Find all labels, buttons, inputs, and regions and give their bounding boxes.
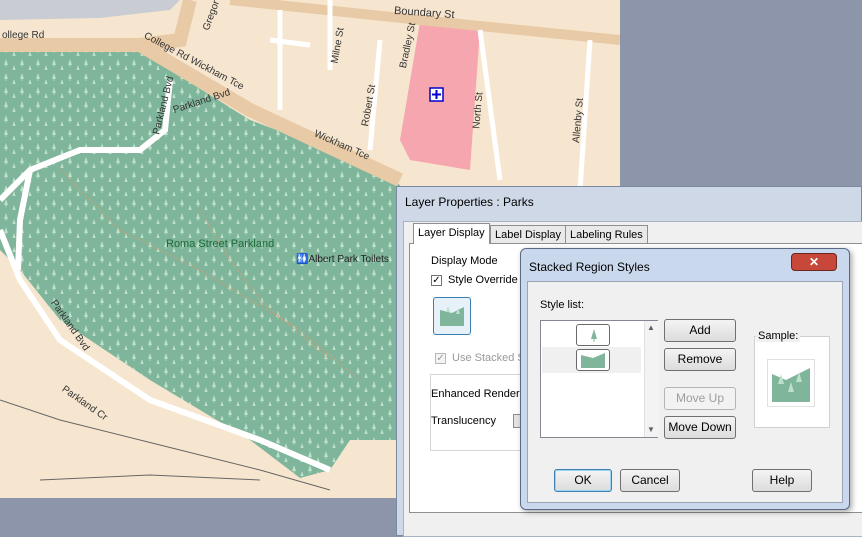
- tree-symbol-icon: [591, 329, 597, 342]
- close-icon: ✕: [808, 255, 820, 269]
- move-down-button[interactable]: Move Down: [664, 416, 736, 439]
- toilets-poi-label: 🚻Albert Park Toilets: [296, 254, 389, 265]
- style-swatch: [576, 324, 610, 346]
- move-up-button[interactable]: Move Up: [664, 387, 736, 410]
- region-fill-icon: [440, 306, 464, 326]
- remove-button[interactable]: Remove: [664, 348, 736, 371]
- scroll-down-arrow-icon[interactable]: ▼: [647, 425, 655, 434]
- list-scrollbar[interactable]: ▲ ▼: [644, 321, 659, 437]
- help-button[interactable]: Help: [752, 469, 812, 492]
- style-list-label: Style list:: [540, 299, 585, 311]
- add-button[interactable]: Add: [664, 319, 736, 342]
- toilets-icon: 🚻: [296, 254, 309, 265]
- tab-labeling-rules[interactable]: Labeling Rules: [565, 225, 648, 244]
- region-fill-icon: [581, 353, 605, 368]
- ok-button[interactable]: OK: [554, 469, 612, 492]
- enhanced-rendering-label: Enhanced Renderin: [431, 388, 529, 400]
- style-preview-button[interactable]: [433, 297, 471, 335]
- style-list[interactable]: ▲ ▼: [540, 320, 659, 438]
- use-stacked-label: Use Stacked S: [452, 352, 525, 364]
- list-item[interactable]: [542, 322, 641, 348]
- street-label-college-left: ollege Rd: [2, 30, 45, 41]
- sample-label: Sample:: [756, 330, 801, 342]
- stacked-region-styles-dialog: Stacked Region Styles ✕ Style list: ▲ ▼ …: [520, 248, 850, 510]
- scroll-up-arrow-icon[interactable]: ▲: [647, 323, 655, 332]
- dialog-title: Stacked Region Styles: [529, 260, 650, 274]
- sample-group: [754, 336, 830, 428]
- park-name-label: Roma Street Parkland: [166, 238, 275, 250]
- sample-preview: [767, 359, 815, 407]
- style-override-label: Style Override: [448, 274, 518, 286]
- tab-layer-display[interactable]: Layer Display: [413, 223, 490, 244]
- list-item[interactable]: [542, 347, 641, 373]
- tab-label-display[interactable]: Label Display: [490, 225, 567, 244]
- cancel-button[interactable]: Cancel: [620, 469, 680, 492]
- translucency-label: Translucency: [431, 415, 497, 427]
- style-override-checkbox[interactable]: ✓: [431, 275, 442, 286]
- stacked-sample-icon: [772, 368, 810, 402]
- dialog-body: Style list: ▲ ▼ Add Remove Move Up Move …: [527, 281, 843, 503]
- style-swatch: [576, 349, 610, 371]
- enhanced-rendering-group: [430, 374, 531, 451]
- window-title: Layer Properties : Parks: [405, 195, 534, 209]
- close-button[interactable]: ✕: [791, 253, 837, 271]
- display-mode-label: Display Mode: [431, 255, 498, 267]
- use-stacked-checkbox[interactable]: ✓: [435, 353, 446, 364]
